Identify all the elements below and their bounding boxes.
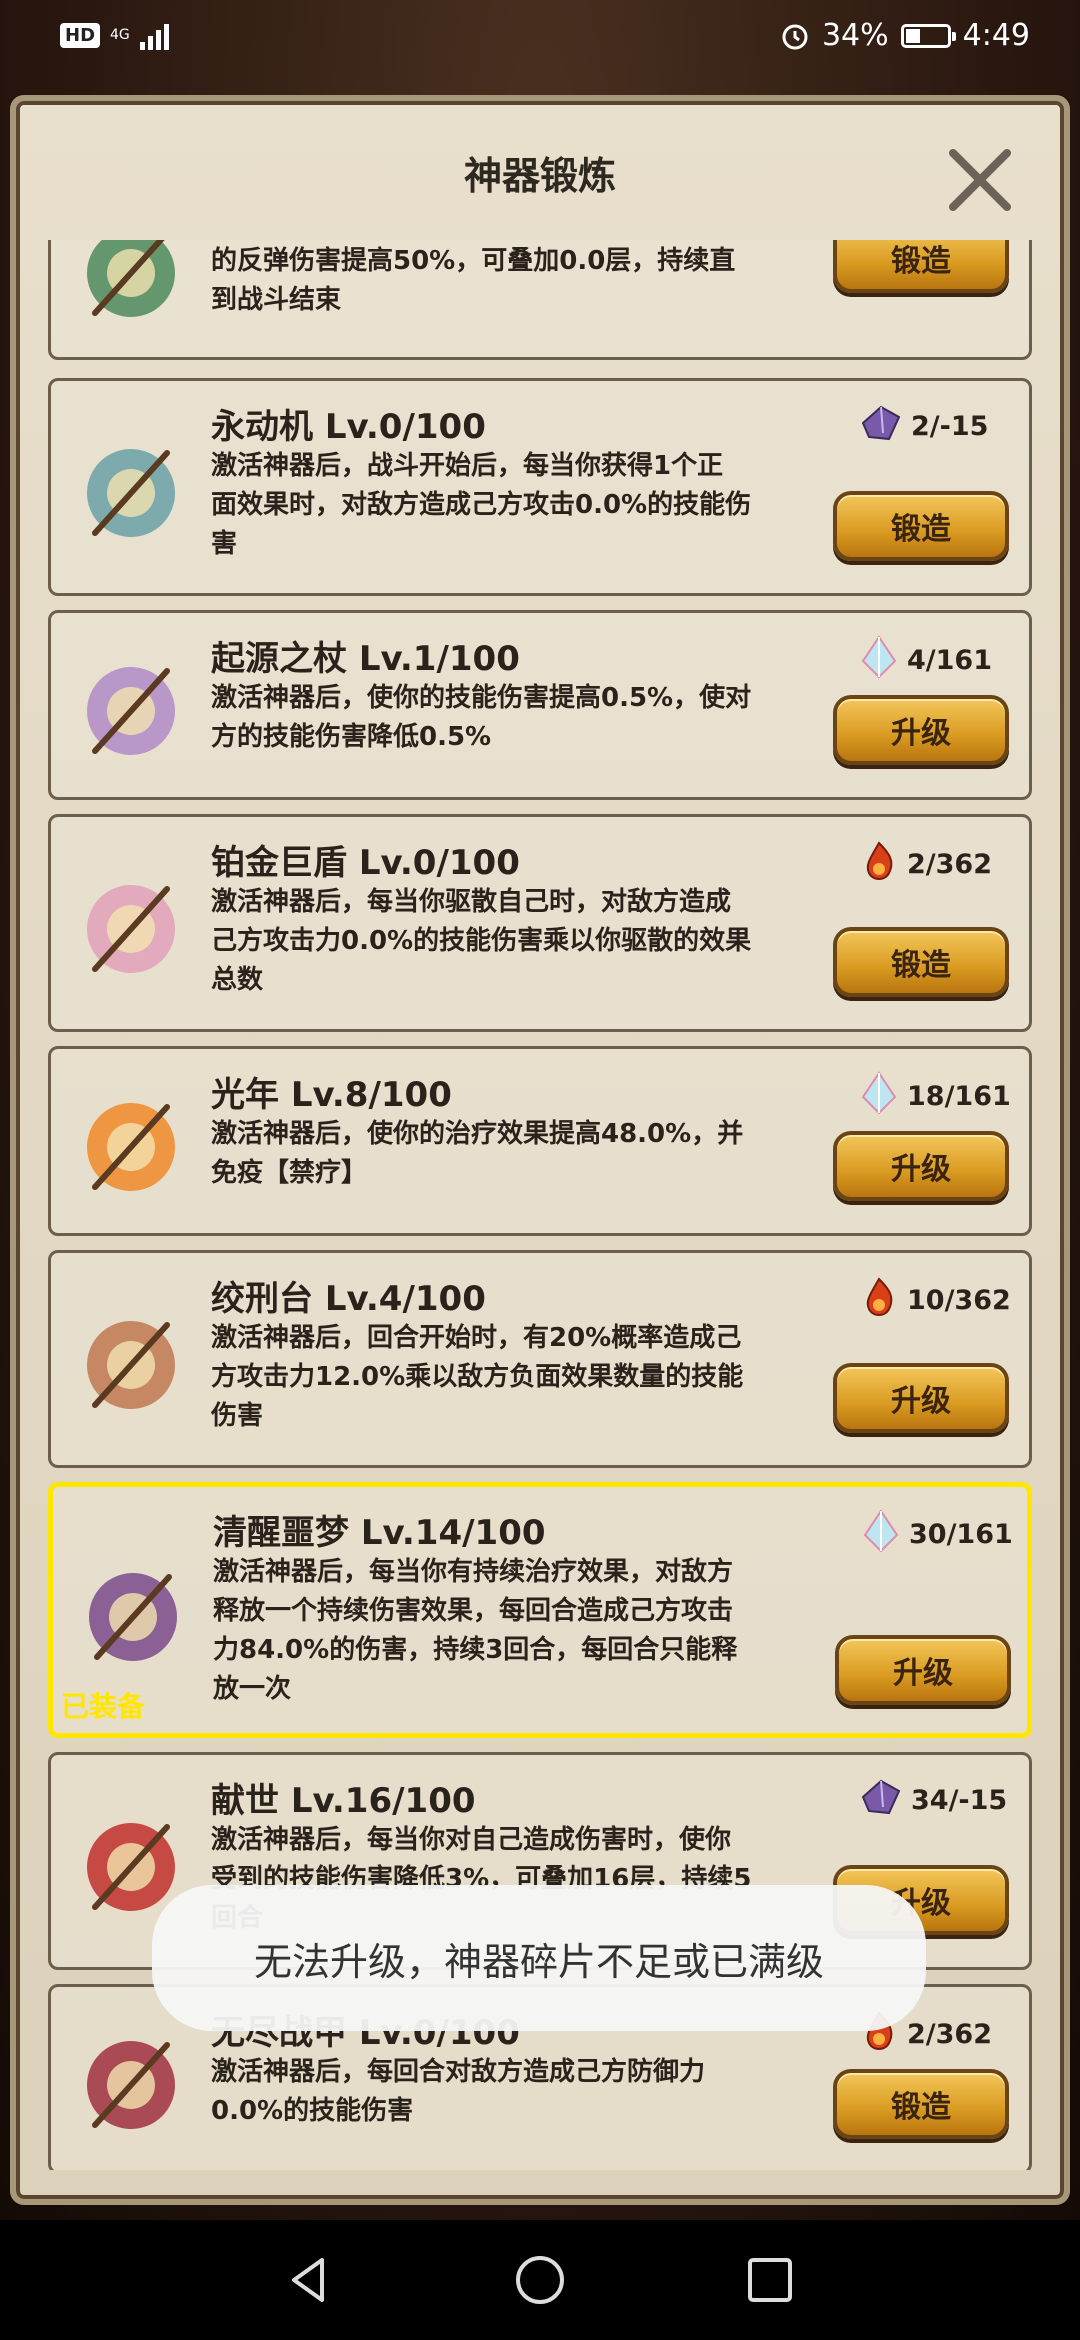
shard-counter: 2/362 [859, 839, 999, 890]
shard-icon [861, 1509, 901, 1560]
artifact-title: 永动机 Lv.0/100 [211, 407, 486, 447]
artifact-title: 光年 Lv.8/100 [211, 1075, 452, 1115]
artifact-title: 铂金巨盾 Lv.0/100 [211, 843, 520, 883]
shard-icon [859, 635, 899, 686]
shard-icon [859, 1777, 903, 1824]
artifact-card[interactable]: 铂金巨盾 Lv.0/100 激活神器后，每当你驱散自己时，对敌方造成 己方攻击力0.… [48, 814, 1032, 1032]
forge-button[interactable]: 锻造 [833, 2069, 1009, 2139]
description-line: 力84.0%的伤害，持续3回合，每回合只能释 [213, 1635, 738, 1665]
artifact-description: 激活神器后，每回合对敌方造成己方防御力 0.0%的技能伤害 [211, 2053, 871, 2131]
shard-count: 10/362 [907, 1285, 1011, 1316]
artifact-description: 激活神器后，使你的技能伤害提高0.5%，使对 方的技能伤害降低0.5% [211, 679, 871, 757]
artifact-description: 激活神器后，每当你有持续治疗效果，对敌方 释放一个持续伤害效果，每回合造成己方攻击… [213, 1553, 873, 1709]
artifact-card[interactable]: 光年 Lv.8/100 激活神器后，使你的治疗效果提高48.0%，并 免疫【禁疗】 … [48, 1046, 1032, 1236]
description-line: 己方攻击力0.0%的技能伤害乘以你驱散的效果 [211, 926, 752, 956]
shard-icon [859, 839, 899, 890]
platinum-shield-icon [87, 885, 175, 973]
artifact-title: 献世 Lv.16/100 [211, 1781, 476, 1821]
artifact-description: 激活神器后，回合开始时，有20%概率造成己 方攻击力12.0%乘以敌方负面效果数量… [211, 1319, 871, 1436]
description-line: 放一次 [213, 1674, 292, 1704]
artifact-title: 清醒噩梦 Lv.14/100 [213, 1513, 546, 1553]
battery-icon [900, 23, 956, 48]
hd-icon: HD [60, 22, 101, 48]
shard-count: 2/362 [907, 849, 993, 880]
scythe-artifact-icon [87, 1321, 175, 1409]
status-bar: HD 4G 34% 4:49 [0, 0, 1080, 80]
description-line: 的反弹伤害提高50%，可叠加0.0层，持续直 [211, 246, 736, 276]
signal-icon [139, 20, 169, 50]
description-line: 面效果时，对敌方造成己方攻击0.0%的技能伤 [211, 490, 752, 520]
description-line: 激活神器后，每当你对自己造成伤害时，使你 [211, 1825, 732, 1855]
upgrade-button[interactable]: 升级 [833, 1363, 1009, 1433]
artifact-title: 起源之杖 Lv.1/100 [211, 639, 520, 679]
shard-counter: 4/161 [859, 635, 999, 686]
artifact-card[interactable]: 绞刑台 Lv.4/100 激活神器后，回合开始时，有20%概率造成己 方攻击力12.… [48, 1250, 1032, 1468]
description-line: 激活神器后，每回合对敌方造成己方防御力 [211, 2057, 706, 2087]
forge-button[interactable]: 锻造 [833, 491, 1009, 561]
description-line: 释放一个持续伤害效果，每回合造成己方攻击 [213, 1596, 734, 1626]
home-icon[interactable] [510, 2250, 570, 2310]
artifact-title: 绞刑台 Lv.4/100 [211, 1279, 486, 1319]
description-line: 激活神器后，使你的技能伤害提高0.5%，使对 [211, 683, 752, 713]
toast-message: 无法升级，神器碎片不足或已满级 [152, 1885, 926, 2031]
forge-button[interactable]: 锻造 [833, 927, 1009, 997]
alarm-icon [782, 24, 808, 49]
drill-artifact-icon [87, 449, 175, 537]
artifact-description: 激活神器后，使你的治疗效果提高48.0%，并 免疫【禁疗】 [211, 1115, 871, 1193]
description-line: 0.0%的技能伤害 [211, 2096, 414, 2126]
recents-icon[interactable] [740, 2250, 800, 2310]
description-line: 激活神器后，每当你有持续治疗效果，对敌方 [213, 1557, 734, 1587]
description-line: 激活神器后，战斗开始后，每当你获得1个正 [211, 451, 724, 481]
artifact-card[interactable]: 永动机 Lv.0/100 激活神器后，战斗开始后，每当你获得1个正 面效果时，对敌方… [48, 378, 1032, 596]
shard-counter: 30/161 [861, 1509, 1013, 1560]
battery-percent: 34% [821, 18, 889, 53]
upgrade-button[interactable]: 升级 [835, 1635, 1011, 1705]
equipped-badge: 已装备 [61, 1690, 146, 1723]
description-line: 方攻击力12.0%乘以敌方负面效果数量的技能 [211, 1362, 744, 1392]
shard-count: 2/-15 [911, 411, 989, 442]
description-line: 激活神器后，回合开始时，有20%概率造成己 [211, 1323, 742, 1353]
clock: 4:49 [962, 18, 1030, 53]
description-line: 激活神器后，每当你驱散自己时，对敌方造成 [211, 887, 732, 917]
navigation-bar [0, 2220, 1080, 2340]
shard-count: 18/161 [907, 1081, 1011, 1112]
description-line: 害 [211, 529, 238, 559]
description-line: 激活神器后，使你的治疗效果提高48.0%，并 [211, 1119, 744, 1149]
shard-icon [859, 1275, 899, 1326]
shard-counter: 34/-15 [859, 1777, 1007, 1824]
close-icon[interactable] [945, 145, 1015, 215]
staff-artifact-icon [87, 667, 175, 755]
artifact-description: 激活神器后，战斗开始后，每当你获得1个正 面效果时，对敌方造成己方攻击0.0%的技… [211, 447, 871, 564]
artifact-list[interactable]: 激活神器后，每当你触发【反弹】，使你造成的反弹伤害提高50%，可叠加0.0层，持… [48, 240, 1034, 2170]
page-title: 神器锻炼 [463, 154, 616, 198]
network-type: 4G [110, 27, 130, 43]
armor-artifact-icon [87, 2041, 175, 2129]
description-line: 总数 [211, 965, 264, 995]
shard-count: 2/362 [907, 2019, 993, 2050]
upgrade-button[interactable]: 升级 [833, 695, 1009, 765]
description-line: 到战斗结束 [211, 285, 342, 315]
back-icon[interactable] [280, 2250, 340, 2310]
description-line: 伤害 [211, 1401, 264, 1431]
forge-button[interactable]: 锻造 [833, 240, 1009, 293]
shield-emblem-icon [87, 240, 175, 317]
shard-count: 4/161 [907, 645, 993, 676]
lightyear-artifact-icon [87, 1103, 175, 1191]
description-line: 免疫【禁疗】 [211, 1158, 368, 1188]
artifact-description: 激活神器后，每当你触发【反弹】，使你造成的反弹伤害提高50%，可叠加0.0层，持… [211, 240, 871, 320]
shard-counter: 10/362 [859, 1275, 1011, 1326]
artifact-card[interactable]: 清醒噩梦 Lv.14/100 激活神器后，每当你有持续治疗效果，对敌方 释放一个持续… [48, 1482, 1032, 1738]
artifact-card[interactable]: 激活神器后，每当你触发【反弹】，使你造成的反弹伤害提高50%，可叠加0.0层，持… [48, 240, 1032, 360]
shard-count: 34/-15 [911, 1785, 1008, 1816]
artifact-card[interactable]: 起源之杖 Lv.1/100 激活神器后，使你的技能伤害提高0.5%，使对 方的技能伤… [48, 610, 1032, 800]
shard-count: 30/161 [909, 1519, 1013, 1550]
shard-icon [859, 403, 903, 450]
shard-counter: 2/-15 [859, 403, 999, 450]
description-line: 方的技能伤害降低0.5% [211, 722, 492, 752]
shard-icon [859, 1071, 899, 1122]
shard-counter: 18/161 [859, 1071, 1011, 1122]
artifact-description: 激活神器后，每当你驱散自己时，对敌方造成 己方攻击力0.0%的技能伤害乘以你驱散的… [211, 883, 871, 1000]
nightmare-artifact-icon [89, 1573, 177, 1661]
upgrade-button[interactable]: 升级 [833, 1131, 1009, 1201]
